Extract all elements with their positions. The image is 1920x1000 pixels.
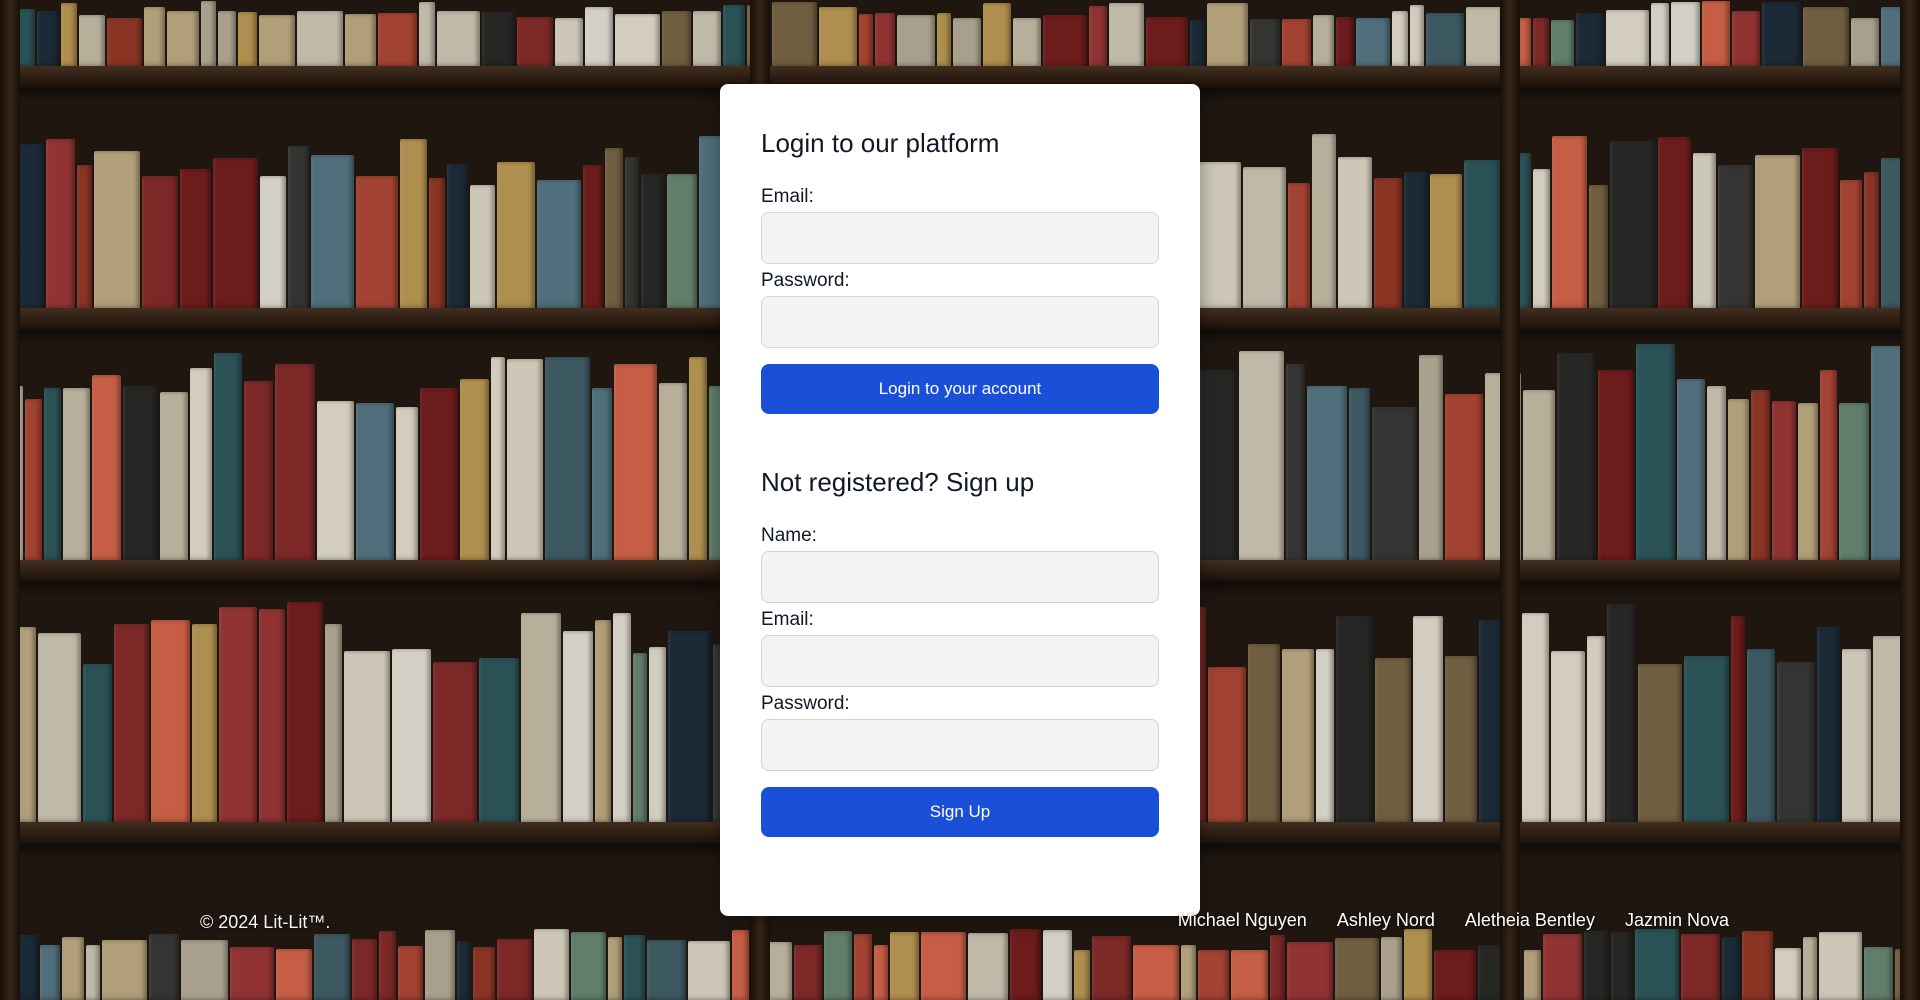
signup-name-input[interactable] [761, 551, 1159, 604]
signup-name-label: Name: [761, 525, 817, 547]
signup-password-label: Password: [761, 693, 850, 715]
signup-title: Not registered? Sign up [761, 467, 1035, 498]
footer-links: Michael Nguyen Ashley Nord Aletheia Bent… [1178, 910, 1729, 931]
footer-copyright: © 2024 Lit-Lit™. [200, 912, 331, 932]
login-password-input[interactable] [761, 296, 1159, 349]
signup-password-input[interactable] [761, 719, 1159, 772]
login-password-label: Password: [761, 270, 850, 292]
auth-card: Login to our platform Email: Password: L… [720, 84, 1200, 916]
login-title: Login to our platform [761, 128, 1000, 158]
footer-link[interactable]: Aletheia Bentley [1465, 910, 1595, 931]
login-email-input[interactable] [761, 212, 1159, 265]
signup-email-input[interactable] [761, 635, 1159, 688]
signup-section: Not registered? Sign up Name: Email: Pas… [761, 467, 1159, 838]
login-button[interactable]: Login to your account [761, 364, 1159, 415]
login-email-label: Email: [761, 186, 814, 208]
footer-link[interactable]: Jazmin Nova [1625, 910, 1729, 931]
footer-link[interactable]: Michael Nguyen [1178, 910, 1307, 931]
signup-button[interactable]: Sign Up [761, 787, 1159, 838]
login-section: Login to our platform Email: Password: L… [761, 128, 1159, 415]
footer-link[interactable]: Ashley Nord [1337, 910, 1435, 931]
signup-email-label: Email: [761, 609, 814, 631]
